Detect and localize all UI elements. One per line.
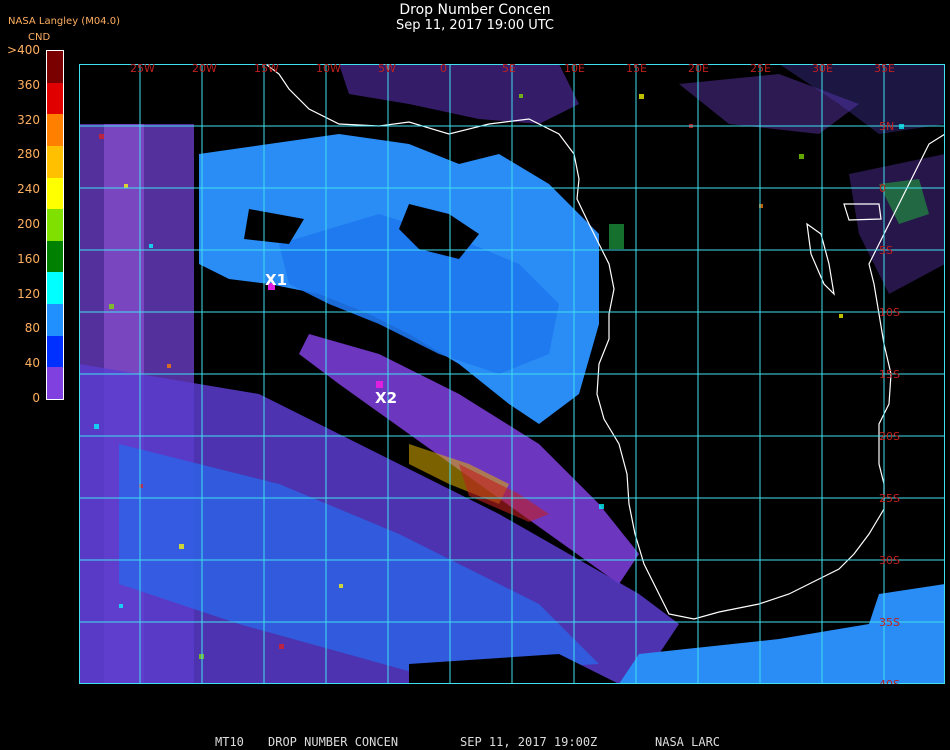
colorbar-segment bbox=[47, 240, 63, 273]
lat-label: 40S bbox=[879, 678, 900, 684]
colorbar-tick-label: 120 bbox=[17, 286, 40, 301]
colorbar-tick-label: 80 bbox=[24, 321, 40, 336]
lon-label: 5E bbox=[502, 64, 516, 75]
map-title: Drop Number Concen bbox=[399, 2, 551, 18]
colorbar-tick-label: 320 bbox=[17, 112, 40, 127]
lat-label: 5N bbox=[879, 120, 894, 133]
lon-label: 5W bbox=[378, 64, 396, 75]
map-canvas: 25W 20W 15W 10W 5W 0 5E 10E 15E 20E 25E 30E 35E 5N 0 5S… bbox=[79, 64, 945, 684]
footer-datetime: SEP 11, 2017 19:00Z bbox=[460, 735, 598, 749]
footer-product: MT10 bbox=[215, 735, 244, 749]
lon-label: 25W bbox=[130, 64, 155, 75]
colorbar-tick-label: 40 bbox=[24, 356, 40, 371]
marker-x1-label: X1 bbox=[265, 271, 287, 289]
lat-label: 5S bbox=[879, 244, 893, 257]
lat-label: 20S bbox=[879, 430, 900, 443]
lat-label: 30S bbox=[879, 554, 900, 567]
colorbar-tick-label: 200 bbox=[17, 217, 40, 231]
colorbar-segment bbox=[47, 177, 63, 210]
lon-label: 10E bbox=[564, 64, 585, 75]
lat-label: 35S bbox=[879, 616, 900, 629]
colorbar-segment bbox=[47, 51, 63, 84]
lat-label: 15S bbox=[879, 368, 900, 381]
colorbar bbox=[46, 50, 64, 400]
map-panel: 25W 20W 15W 10W 5W 0 5E 10E 15E 20E 25E 30E 35E 5N 0 5S… bbox=[79, 64, 945, 684]
footer-parameter: DROP NUMBER CONCEN bbox=[268, 735, 399, 749]
map-timestamp: Sep 11, 2017 19:00 UTC bbox=[395, 18, 555, 33]
colorbar-tick-label: 280 bbox=[17, 147, 40, 162]
lon-label: 30E bbox=[812, 64, 833, 75]
footer-bar: MT10 DROP NUMBER CONCEN SEP 11, 2017 19:… bbox=[0, 735, 950, 750]
lon-label: 15W bbox=[254, 64, 279, 75]
lat-label: 25S bbox=[879, 492, 900, 505]
colorbar-segment bbox=[47, 367, 63, 400]
colorbar-tick-label: 160 bbox=[17, 251, 40, 266]
lat-label: 0 bbox=[879, 182, 886, 195]
lon-label: 35E bbox=[874, 64, 895, 75]
lon-label: 20E bbox=[688, 64, 709, 75]
colorbar-tick-label: >400 bbox=[7, 43, 40, 57]
colorbar-segment bbox=[47, 114, 63, 147]
lon-label: 15E bbox=[626, 64, 647, 75]
lon-label: 25E bbox=[750, 64, 771, 75]
footer-source: NASA LARC bbox=[655, 735, 721, 749]
colorbar-segment bbox=[47, 82, 63, 115]
colorbar-segment bbox=[47, 145, 63, 179]
colorbar-tick-label: 240 bbox=[17, 182, 40, 197]
colorbar-segment bbox=[47, 209, 63, 242]
colorbar-tick-label: 0 bbox=[32, 391, 40, 405]
producer-label: NASA Langley (M04.0) bbox=[8, 16, 120, 27]
lon-label: 10W bbox=[316, 64, 341, 75]
colorbar-segment bbox=[47, 335, 63, 368]
lon-label: 0 bbox=[440, 64, 447, 75]
colorbar-unit: CND bbox=[28, 32, 51, 43]
colorbar-tick-label: 360 bbox=[17, 77, 40, 92]
lon-label: 20W bbox=[192, 64, 217, 75]
colorbar-segment bbox=[47, 304, 63, 337]
lat-label: 10S bbox=[879, 306, 900, 319]
marker-x2-label: X2 bbox=[375, 389, 397, 407]
colorbar-segment bbox=[47, 272, 63, 305]
marker-x1[interactable]: X1 bbox=[265, 271, 287, 290]
